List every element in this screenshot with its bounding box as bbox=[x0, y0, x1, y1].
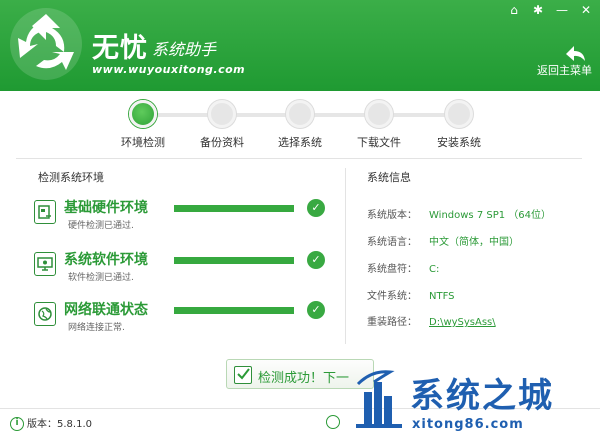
check-name: 基础硬件环境 bbox=[64, 200, 148, 216]
info-key: 系统语言： bbox=[367, 237, 417, 248]
check-desc: 硬件检测已通过. bbox=[68, 221, 134, 231]
close-icon[interactable]: ✕ bbox=[578, 2, 594, 18]
check-desc: 网络连接正常. bbox=[68, 323, 125, 333]
env-check-title: 检测系统环境 bbox=[38, 171, 104, 184]
system-info-title: 系统信息 bbox=[367, 171, 411, 184]
minimize-icon[interactable]: — bbox=[554, 2, 570, 18]
gear-icon[interactable]: ✱ bbox=[530, 2, 546, 18]
share-icon[interactable] bbox=[326, 415, 340, 429]
app-url: www.wuyouxitong.com bbox=[92, 63, 246, 76]
version-info: i 版本：5.8.1.0 bbox=[10, 415, 92, 431]
app-header: 无忧 系统助手 www.wuyouxitong.com ⌂ ✱ — ✕ 返回主菜… bbox=[0, 0, 600, 91]
info-file-system: 文件系统： NTFS bbox=[367, 287, 587, 302]
network-globe-icon bbox=[34, 302, 56, 326]
info-key: 系统盘符： bbox=[367, 264, 417, 275]
info-icon: i bbox=[10, 417, 24, 431]
info-system-drive: 系统盘符： C: bbox=[367, 260, 587, 275]
step-progress: 环境检测 备份资料 选择系统 下载文件 安装系统 bbox=[110, 100, 490, 150]
check-progress-bar bbox=[174, 307, 294, 314]
info-value: Windows 7 SP1 （64位） bbox=[429, 210, 552, 221]
software-icon bbox=[34, 252, 56, 276]
step-label: 备份资料 bbox=[200, 136, 244, 149]
check-name: 系统软件环境 bbox=[64, 252, 148, 268]
info-install-path: 重装路径： D:\wySysAss\ bbox=[367, 313, 587, 328]
info-key: 重装路径： bbox=[367, 317, 417, 328]
check-hardware: 基础硬件环境 硬件检测已通过. ✓ bbox=[34, 198, 334, 234]
panel-divider bbox=[345, 168, 346, 344]
info-key: 文件系统： bbox=[367, 291, 417, 302]
step-label: 安装系统 bbox=[437, 136, 481, 149]
install-path-link[interactable]: D:\wySysAss\ bbox=[429, 317, 496, 328]
step-label: 环境检测 bbox=[121, 136, 165, 149]
info-key: 系统版本： bbox=[367, 210, 417, 221]
step-dot bbox=[129, 100, 157, 128]
info-value: NTFS bbox=[429, 291, 455, 302]
check-progress-bar bbox=[174, 257, 294, 264]
app-subtitle: 系统助手 bbox=[152, 40, 217, 59]
step-label: 选择系统 bbox=[278, 136, 322, 149]
app-title: 无忧 bbox=[92, 33, 148, 64]
step-dot bbox=[365, 100, 393, 128]
step-backup: 备份资料 bbox=[182, 100, 262, 150]
step-env-check: 环境检测 bbox=[103, 100, 183, 150]
step-dot bbox=[208, 100, 236, 128]
check-ok-icon: ✓ bbox=[307, 199, 325, 217]
check-ok-icon: ✓ bbox=[307, 251, 325, 269]
back-to-menu-button[interactable]: 返回主菜单 bbox=[518, 44, 592, 78]
divider bbox=[16, 158, 582, 159]
version-label: 版本：5.8.1.0 bbox=[27, 419, 92, 430]
back-to-menu-label: 返回主菜单 bbox=[537, 64, 592, 77]
checkmark-icon bbox=[234, 366, 252, 384]
info-value: 中文（简体，中国） bbox=[429, 237, 519, 248]
info-os-version: 系统版本： Windows 7 SP1 （64位） bbox=[367, 206, 587, 221]
check-desc: 软件检测已通过. bbox=[68, 273, 134, 283]
check-network: 网络联通状态 网络连接正常. ✓ bbox=[34, 300, 334, 336]
step-dot bbox=[286, 100, 314, 128]
recycle-logo-icon bbox=[10, 8, 82, 80]
city-logo-icon bbox=[356, 370, 402, 428]
check-progress-bar bbox=[174, 205, 294, 212]
watermark: 系统之城 xitong86.com bbox=[350, 362, 600, 437]
step-install: 安装系统 bbox=[419, 100, 499, 150]
check-name: 网络联通状态 bbox=[64, 302, 148, 318]
home-icon[interactable]: ⌂ bbox=[506, 2, 522, 18]
hardware-icon bbox=[34, 200, 56, 224]
step-dot bbox=[445, 100, 473, 128]
step-label: 下载文件 bbox=[357, 136, 401, 149]
watermark-title: 系统之城 bbox=[410, 376, 554, 416]
check-ok-icon: ✓ bbox=[307, 301, 325, 319]
step-download: 下载文件 bbox=[339, 100, 419, 150]
window-controls: ⌂ ✱ — ✕ bbox=[506, 2, 594, 18]
check-software: 系统软件环境 软件检测已通过. ✓ bbox=[34, 250, 334, 286]
info-os-language: 系统语言： 中文（简体，中国） bbox=[367, 233, 587, 248]
watermark-url: xitong86.com bbox=[412, 417, 524, 432]
step-choose-system: 选择系统 bbox=[260, 100, 340, 150]
info-value: C: bbox=[429, 264, 440, 275]
next-step-label: 检测成功！下一 bbox=[258, 371, 350, 386]
